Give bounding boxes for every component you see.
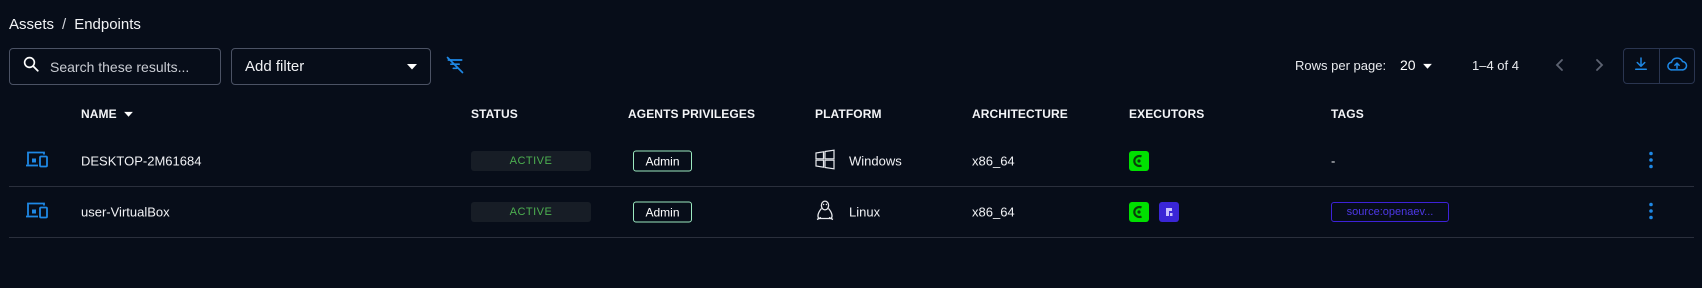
platform-label: Windows xyxy=(849,153,902,169)
column-header-status[interactable]: STATUS xyxy=(471,107,518,121)
search-input[interactable] xyxy=(50,58,210,75)
privileges-badge: Admin xyxy=(633,201,692,223)
table-row[interactable]: DESKTOP-2M61684 ACTIVE Admin Windows x86… xyxy=(9,136,1694,187)
more-vertical-icon xyxy=(1649,151,1653,172)
search-icon xyxy=(22,55,40,78)
table-row[interactable]: user-VirtualBox ACTIVE Admin Linux x86_6… xyxy=(9,187,1694,238)
endpoint-icon xyxy=(25,201,49,224)
column-header-architecture[interactable]: ARCHITECTURE xyxy=(972,107,1068,121)
import-button[interactable] xyxy=(1658,49,1695,83)
row-actions-button[interactable] xyxy=(1643,202,1659,222)
privileges-badge: Admin xyxy=(633,150,692,172)
windows-icon xyxy=(815,149,835,173)
search-box[interactable] xyxy=(9,48,221,85)
column-header-platform[interactable]: PLATFORM xyxy=(815,107,882,121)
add-filter-select[interactable]: Add filter xyxy=(231,48,431,85)
column-header-executors[interactable]: EXECUTORS xyxy=(1129,107,1204,121)
breadcrumb-current: Endpoints xyxy=(74,16,141,33)
status-badge: ACTIVE xyxy=(471,151,591,171)
rows-per-page-label: Rows per page: xyxy=(1295,58,1387,73)
column-header-name[interactable]: NAME xyxy=(81,107,134,121)
status-badge: ACTIVE xyxy=(471,202,591,222)
export-import-button-group xyxy=(1623,48,1695,84)
platform-label: Linux xyxy=(849,204,881,220)
filter-off-icon xyxy=(445,55,465,80)
tag-chip[interactable]: source:openaev... xyxy=(1331,202,1449,222)
tags-value: - xyxy=(1331,153,1336,169)
column-header-privileges[interactable]: AGENTS PRIVILEGES xyxy=(628,107,755,121)
cloud-upload-icon xyxy=(1666,55,1688,78)
endpoint-icon xyxy=(25,150,49,173)
breadcrumb-separator: / xyxy=(62,16,67,33)
column-header-name-label: NAME xyxy=(81,107,117,121)
chevron-right-icon xyxy=(1593,58,1605,77)
caret-down-icon xyxy=(1422,57,1433,73)
clear-filters-button[interactable] xyxy=(444,56,466,78)
openaev-agent-icon xyxy=(1129,151,1149,171)
add-filter-label: Add filter xyxy=(245,58,305,75)
more-vertical-icon xyxy=(1649,202,1653,223)
architecture-value: x86_64 xyxy=(972,204,1015,220)
caldera-icon xyxy=(1159,202,1179,222)
previous-page-button[interactable] xyxy=(1549,56,1571,78)
sort-desc-icon xyxy=(123,107,134,121)
chevron-left-icon xyxy=(1554,58,1566,77)
next-page-button[interactable] xyxy=(1588,56,1610,78)
endpoint-name: DESKTOP-2M61684 xyxy=(81,153,202,169)
rows-per-page-select[interactable]: 20 xyxy=(1400,57,1433,73)
linux-icon xyxy=(815,200,835,225)
caret-down-icon xyxy=(406,58,418,75)
architecture-value: x86_64 xyxy=(972,153,1015,169)
platform-cell: Windows xyxy=(815,149,902,173)
executors-cell xyxy=(1129,202,1179,222)
column-header-tags[interactable]: TAGS xyxy=(1331,107,1364,121)
export-button[interactable] xyxy=(1624,49,1659,83)
executors-cell xyxy=(1129,151,1149,171)
openaev-agent-icon xyxy=(1129,202,1149,222)
pagination-range: 1–4 of 4 xyxy=(1472,58,1519,73)
rows-per-page-value: 20 xyxy=(1400,57,1416,73)
platform-cell: Linux xyxy=(815,200,880,225)
row-actions-button[interactable] xyxy=(1643,151,1659,171)
breadcrumb: Assets / Endpoints xyxy=(9,16,141,33)
download-icon xyxy=(1632,55,1650,78)
endpoint-name: user-VirtualBox xyxy=(81,204,170,220)
breadcrumb-assets-link[interactable]: Assets xyxy=(9,16,54,33)
